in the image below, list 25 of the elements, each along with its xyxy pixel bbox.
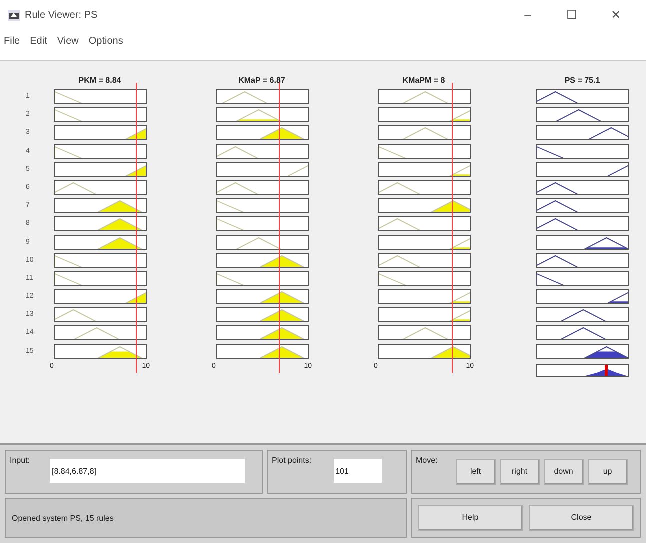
push-button[interactable]: up xyxy=(588,459,628,485)
app-icon xyxy=(8,10,20,20)
variable-label: PKM = 8.84 xyxy=(78,75,122,87)
menu-item[interactable]: View xyxy=(57,34,79,48)
status-message: Opened system PS, 15 rules xyxy=(12,514,114,523)
push-button[interactable]: right xyxy=(500,459,540,485)
minimize-button[interactable]: – xyxy=(506,1,550,29)
plot-points-field[interactable]: 101 xyxy=(334,459,382,483)
push-button[interactable]: down xyxy=(544,459,584,485)
field-label: Move: xyxy=(416,455,438,467)
close-button[interactable]: ✕ xyxy=(594,1,638,29)
push-button[interactable]: Help xyxy=(418,505,523,531)
push-button[interactable]: left xyxy=(456,459,496,485)
menu-item[interactable]: Options xyxy=(88,34,124,48)
field-label: Plot points: xyxy=(272,455,312,467)
variable-label: PS = 75.1 xyxy=(564,75,600,87)
variable-label: KMaP = 6.87 xyxy=(238,75,286,87)
variable-label: KMaPM = 8 xyxy=(402,75,446,87)
field-label: Input: xyxy=(10,455,30,467)
menu-item[interactable]: File xyxy=(4,34,20,48)
menu-item[interactable]: Edit xyxy=(30,34,48,48)
window-title: Rule Viewer: PS xyxy=(25,8,98,22)
maximize-button[interactable]: ☐ xyxy=(550,1,594,29)
input-field[interactable]: [8.84,6.87,8] xyxy=(50,459,246,483)
push-button[interactable]: Close xyxy=(529,505,634,531)
